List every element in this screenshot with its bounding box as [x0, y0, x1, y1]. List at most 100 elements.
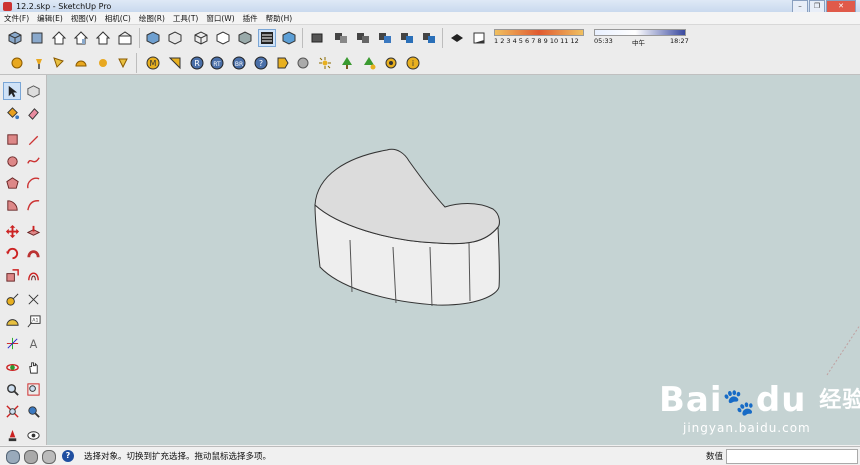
left-view-button[interactable]	[116, 29, 134, 47]
pie-tool[interactable]	[3, 196, 21, 214]
menu-tools[interactable]: 工具(T)	[169, 13, 202, 24]
geolocation-icon[interactable]	[6, 450, 20, 464]
menu-camera[interactable]: 相机(C)	[101, 13, 135, 24]
zoom-extents-tool[interactable]	[3, 402, 21, 420]
style-3-button[interactable]	[376, 29, 394, 47]
menu-window[interactable]: 窗口(W)	[202, 13, 238, 24]
menu-file[interactable]: 文件(F)	[0, 13, 33, 24]
pan-tool[interactable]	[24, 358, 42, 376]
info-plugin-button[interactable]: i	[404, 54, 422, 72]
style-5-button[interactable]	[420, 29, 438, 47]
polygon-tool[interactable]	[3, 174, 21, 192]
line-tool[interactable]	[24, 130, 42, 148]
circle-tool[interactable]	[3, 152, 21, 170]
menu-bar: 文件(F) 编辑(E) 视图(V) 相机(C) 绘图(R) 工具(T) 窗口(W…	[0, 12, 860, 25]
shadow-settings-button[interactable]	[448, 29, 466, 47]
shadow-toggle-button[interactable]	[470, 29, 488, 47]
position-camera-tool[interactable]	[3, 426, 21, 444]
options-button[interactable]	[166, 54, 184, 72]
move-tool[interactable]	[3, 222, 21, 240]
menu-help[interactable]: 帮助(H)	[262, 13, 297, 24]
menu-view[interactable]: 视图(V)	[67, 13, 101, 24]
sphere-material-button[interactable]	[294, 54, 312, 72]
push-pull-tool[interactable]	[24, 222, 42, 240]
render-material-button[interactable]: M	[144, 54, 162, 72]
batch-render-button[interactable]: BR	[230, 54, 248, 72]
dimension-tool[interactable]	[24, 290, 42, 308]
sun-button[interactable]	[30, 54, 48, 72]
user-icon[interactable]	[42, 450, 56, 464]
make-component-tool[interactable]	[24, 82, 42, 100]
house-left-icon	[118, 31, 132, 45]
model-viewport[interactable]: Bai🐾du 经验 jingyan.baidu.com	[47, 75, 860, 445]
light-button[interactable]	[72, 54, 90, 72]
ies-light-button[interactable]	[114, 54, 132, 72]
rectangle-tool[interactable]	[3, 130, 21, 148]
scale-icon	[5, 268, 19, 282]
style-2-button[interactable]	[354, 29, 372, 47]
hidden-line-button[interactable]	[214, 29, 232, 47]
style-4-button[interactable]	[398, 29, 416, 47]
env-button[interactable]	[338, 54, 356, 72]
month-slider[interactable]: 1 2 3 4 5 6 7 8 9 10 11 12	[494, 29, 584, 49]
measurements-input[interactable]	[726, 449, 858, 464]
axes-tool[interactable]	[3, 334, 21, 352]
shaded-textures-button[interactable]	[258, 29, 276, 47]
menu-edit[interactable]: 编辑(E)	[33, 13, 67, 24]
help-plugin-button[interactable]: ?	[252, 54, 270, 72]
tape-measure-tool[interactable]	[3, 290, 21, 308]
top-view-button[interactable]	[28, 29, 46, 47]
instructor-help-icon[interactable]: ?	[62, 450, 74, 462]
xray-button[interactable]	[144, 29, 162, 47]
iso-view-button[interactable]	[6, 29, 24, 47]
protractor-tool[interactable]	[3, 312, 21, 330]
rotate-tool[interactable]	[3, 244, 21, 262]
status-hint: 选择对象。切换到扩充选择。拖动鼠标选择多项。	[84, 452, 272, 462]
proxy-button[interactable]	[360, 54, 378, 72]
arc-tool[interactable]	[24, 174, 42, 192]
options-icon	[168, 57, 181, 70]
monochrome-button[interactable]	[280, 29, 298, 47]
sandbox-button[interactable]	[8, 54, 26, 72]
style-cubes-icon	[401, 33, 413, 43]
orbit-tool[interactable]	[3, 358, 21, 376]
credits-icon[interactable]	[24, 450, 38, 464]
look-around-tool[interactable]	[24, 426, 42, 444]
rotate-icon	[5, 247, 18, 259]
eraser-tool[interactable]	[24, 104, 42, 122]
lamp-icon	[36, 59, 42, 69]
time-start: 05:33	[594, 37, 613, 45]
front-view-button[interactable]	[50, 29, 68, 47]
select-tool[interactable]	[3, 82, 21, 100]
back-edges-button[interactable]	[166, 29, 184, 47]
shaded-button[interactable]	[236, 29, 254, 47]
title-bar: 12.2.skp - SketchUp Pro – ❐ ✕	[0, 0, 860, 13]
zoom-extents-icon	[5, 404, 19, 418]
material-editor-button[interactable]	[274, 54, 292, 72]
zoom-window-tool[interactable]	[24, 380, 42, 398]
menu-plugins[interactable]: 插件	[239, 13, 262, 24]
freehand-tool[interactable]	[24, 152, 42, 170]
follow-me-tool[interactable]	[24, 244, 42, 262]
zoom-tool[interactable]	[3, 380, 21, 398]
paint-bucket-tool[interactable]	[3, 104, 21, 122]
omni-light-button[interactable]	[94, 54, 112, 72]
wireframe-button[interactable]	[192, 29, 210, 47]
rt-render-button[interactable]: RT	[208, 54, 226, 72]
text-tool[interactable]: A1	[24, 312, 42, 330]
time-slider[interactable]: 05:33 中午 18:27	[594, 29, 689, 49]
two-point-arc-tool[interactable]	[24, 196, 42, 214]
right-view-button[interactable]	[72, 29, 90, 47]
spotlight-button[interactable]	[50, 54, 68, 72]
3d-text-tool[interactable]: A	[24, 334, 42, 352]
component-button[interactable]	[308, 29, 326, 47]
render-button[interactable]: R	[188, 54, 206, 72]
previous-view-tool[interactable]	[24, 402, 42, 420]
gear-plugin-button[interactable]	[382, 54, 400, 72]
style-1-button[interactable]	[332, 29, 350, 47]
offset-tool[interactable]	[24, 266, 42, 284]
menu-draw[interactable]: 绘图(R)	[135, 13, 169, 24]
sun-settings-button[interactable]	[316, 54, 334, 72]
back-view-button[interactable]	[94, 29, 112, 47]
scale-tool[interactable]	[3, 266, 21, 284]
